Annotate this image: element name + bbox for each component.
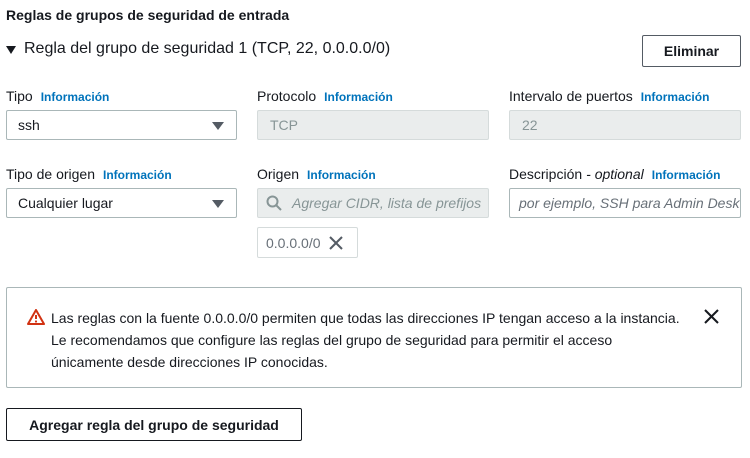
tipo-origen-select-value: Cualquier lugar xyxy=(18,195,113,211)
dropdown-arrow-icon xyxy=(212,200,224,208)
descripcion-info-link[interactable]: Información xyxy=(652,168,721,182)
alert-message: Las reglas con la fuente 0.0.0.0/0 permi… xyxy=(51,307,691,373)
tipo-select[interactable]: ssh xyxy=(6,110,237,140)
tipo-label-text: Tipo xyxy=(6,88,33,104)
protocolo-value: TCP xyxy=(270,117,298,133)
descripcion-label-text: Descripción xyxy=(509,166,583,182)
tipo-origen-select[interactable]: Cualquier lugar xyxy=(6,188,237,218)
intervalo-value: 22 xyxy=(522,117,538,133)
section-title: Reglas de grupos de seguridad de entrada xyxy=(6,7,290,23)
intervalo-field: 22 xyxy=(509,110,741,140)
origen-search-input[interactable]: Agregar CIDR, lista de prefijos xyxy=(257,188,489,218)
descripcion-optional: - optional xyxy=(586,166,644,182)
origen-label: Origen Información xyxy=(257,166,376,182)
delete-rule-button[interactable]: Eliminar xyxy=(642,35,741,67)
alert-line-1: Las reglas con la fuente 0.0.0.0/0 permi… xyxy=(51,310,680,326)
tipo-origen-label-text: Tipo de origen xyxy=(6,166,95,182)
warning-alert: Las reglas con la fuente 0.0.0.0/0 permi… xyxy=(6,287,742,388)
tipo-origen-label: Tipo de origen Información xyxy=(6,166,172,182)
intervalo-info-link[interactable]: Información xyxy=(641,90,710,104)
protocolo-info-link[interactable]: Información xyxy=(324,90,393,104)
rule-header[interactable]: Regla del grupo de seguridad 1 (TCP, 22,… xyxy=(6,40,390,58)
origen-label-text: Origen xyxy=(257,166,300,182)
descripcion-input[interactable]: por ejemplo, SSH para Admin Desk xyxy=(509,188,741,218)
dropdown-arrow-icon xyxy=(212,122,224,130)
protocolo-label-text: Protocolo xyxy=(257,88,317,104)
add-rule-button[interactable]: Agregar regla del grupo de seguridad xyxy=(6,408,302,441)
tipo-info-link[interactable]: Información xyxy=(41,90,110,104)
close-icon[interactable] xyxy=(328,235,343,250)
origen-placeholder: Agregar CIDR, lista de prefijos xyxy=(292,195,482,211)
alert-line-3: únicamente desde direcciones IP conocida… xyxy=(51,354,328,370)
warning-icon xyxy=(27,309,45,325)
intervalo-label-text: Intervalo de puertos xyxy=(509,88,633,104)
origen-token-label: 0.0.0.0/0 xyxy=(266,234,321,251)
tipo-label: Tipo Información xyxy=(6,88,109,104)
alert-line-2: Le recomendamos que configure las reglas… xyxy=(51,332,613,348)
protocolo-field: TCP xyxy=(257,110,489,140)
origen-info-link[interactable]: Información xyxy=(307,168,376,182)
descripcion-label: Descripción - optional Información xyxy=(509,166,720,182)
intervalo-label: Intervalo de puertos Información xyxy=(509,88,709,104)
descripcion-placeholder: por ejemplo, SSH para Admin Desk xyxy=(519,195,740,211)
rule-title: Regla del grupo de seguridad 1 (TCP, 22,… xyxy=(24,40,391,57)
protocolo-label: Protocolo Información xyxy=(257,88,393,104)
origen-token: 0.0.0.0/0 xyxy=(257,227,358,258)
caret-down-icon[interactable] xyxy=(6,45,16,54)
search-icon xyxy=(266,195,282,211)
tipo-select-value: ssh xyxy=(18,117,40,133)
tipo-origen-info-link[interactable]: Información xyxy=(103,168,172,182)
close-icon[interactable] xyxy=(704,309,719,324)
